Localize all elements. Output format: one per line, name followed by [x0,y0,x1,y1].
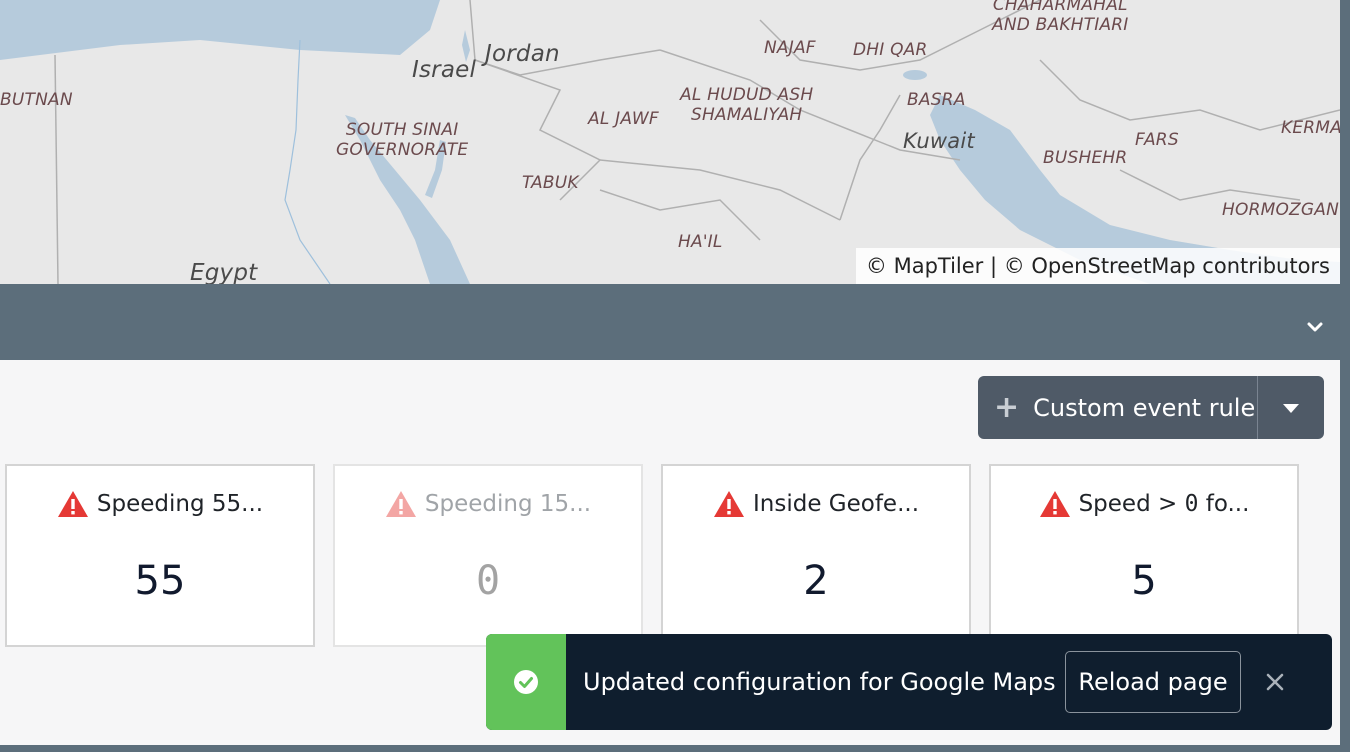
map-label-al-hudud: AL HUDUD ASH SHAMALIYAH [680,85,814,125]
map-label-bushehr: BUSHEHR [1043,148,1128,168]
reload-page-button[interactable]: Reload page [1065,651,1241,713]
map-label-dhi-qar: DHI QAR [853,40,928,60]
custom-event-rule-label: Custom event rule [1033,393,1256,422]
map-label-israel: Israel [412,57,477,83]
event-card-title: Inside Geofe... [752,491,920,517]
custom-event-rule-button[interactable]: + Custom event rule [978,376,1258,439]
panel-header-bar [0,284,1350,360]
event-card-count: 0 [475,558,501,604]
map-label-al-jawf: AL JAWF [588,109,659,129]
custom-event-rule-dropdown[interactable] [1258,376,1324,439]
chevron-down-icon[interactable] [1306,320,1324,334]
map-label-hormozgan: HORMOZGAN [1222,200,1339,220]
map[interactable]: BUTNAN Israel Jordan SOUTH SINAI GOVERNO… [0,0,1340,284]
event-card-speed-over-0[interactable]: Speed > 0 fo... 5 [989,464,1299,647]
map-label-butnan: BUTNAN [0,90,73,110]
map-label-fars: FARS [1135,130,1179,150]
custom-event-rule-split-button: + Custom event rule [978,376,1324,439]
event-card-title: Speed > 0 fo... [1079,491,1250,517]
warning-icon [1039,491,1070,517]
map-label-hail: HA'IL [678,232,723,252]
map-label-kerma: KERMA [1281,118,1340,138]
map-edge [1340,0,1350,284]
event-card-inside-geofence[interactable]: Inside Geofe... 2 [661,464,971,647]
toast-message: Updated configuration for Google Maps [583,668,1056,696]
warning-icon [385,491,416,517]
map-label-kuwait: Kuwait [903,129,975,153]
event-card-count: 5 [1131,558,1157,604]
map-label-jordan: Jordan [485,41,560,67]
title-prefix: Speed > [1078,491,1185,517]
check-circle-icon [514,670,538,694]
event-card-title: Speeding 55... [96,491,264,517]
title-suffix: fo... [1198,491,1250,517]
caret-down-icon [1283,403,1299,413]
map-label-najaf: NAJAF [764,38,816,58]
warning-icon [713,491,744,517]
map-label-egypt: Egypt [190,260,258,284]
map-label-tabuk: TABUK [522,173,579,193]
mediterranean-sea [0,0,440,60]
event-card-speeding-55[interactable]: Speeding 55... 55 [5,464,315,647]
lake [903,70,927,80]
event-card-title: Speeding 15... [424,491,592,517]
map-label-basra: BASRA [907,90,966,110]
notification-toast: Updated configuration for Google Maps Re… [486,634,1332,730]
nile-river [284,39,331,284]
event-card-count: 2 [803,558,829,604]
map-attribution[interactable]: © MapTiler | © OpenStreetMap contributor… [855,248,1340,284]
map-label-chaharmahal: CHAHARMAHAL AND BAKHTIARI [992,0,1129,35]
close-icon[interactable] [1263,670,1287,694]
map-label-south-sinai: SOUTH SINAI GOVERNORATE [336,120,469,160]
title-mono: 0 [1184,491,1199,517]
plus-icon: + [994,389,1020,425]
toast-status-strip [486,634,566,730]
event-card-count: 55 [134,558,186,604]
warning-icon [57,491,88,517]
event-card-speeding-15[interactable]: Speeding 15... 0 [333,464,643,647]
